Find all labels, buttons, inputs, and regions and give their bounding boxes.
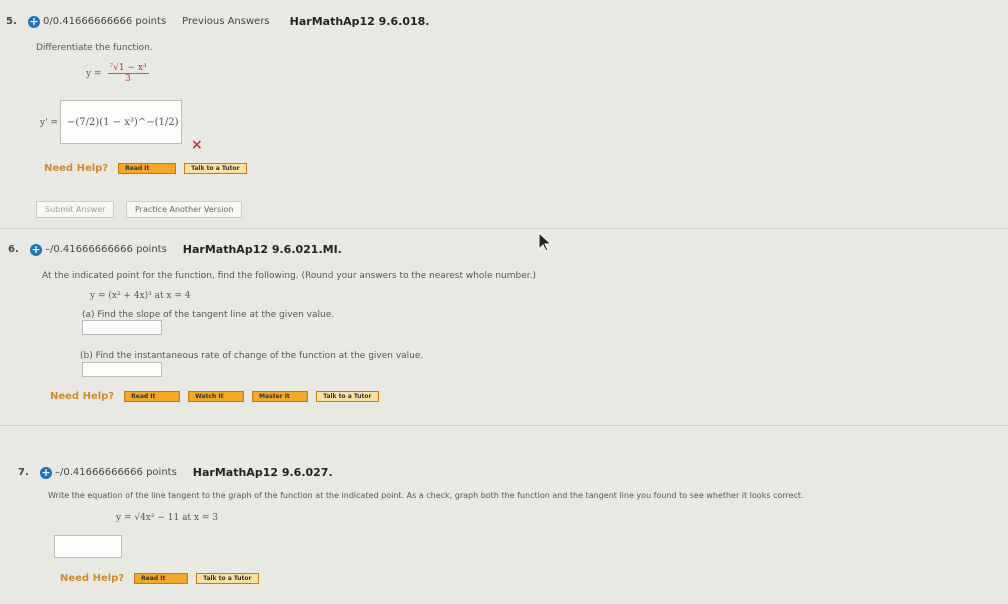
need-help-label: Need Help?: [60, 573, 125, 584]
read-it-button[interactable]: Read It: [124, 391, 181, 402]
q6-number: 6.: [8, 244, 19, 255]
q5-id: HarMathAp12 9.6.018.: [289, 15, 430, 28]
read-it-button[interactable]: Read It: [134, 573, 189, 584]
q6-id: HarMathAp12 9.6.021.MI.: [182, 243, 342, 256]
divider: [0, 425, 1008, 426]
q5-number: 5.: [6, 16, 17, 27]
q7-instruction: Write the equation of the line tangent t…: [48, 491, 804, 500]
expand-icon[interactable]: +: [30, 243, 42, 256]
q5-denominator: 3: [125, 74, 131, 84]
q6-instruction: At the indicated point for the function,…: [42, 271, 537, 281]
q7-answer-field[interactable]: [54, 535, 122, 558]
q6-part-b: (b) Find the instantaneous rate of chang…: [80, 351, 424, 361]
q5-instruction: Differentiate the function.: [36, 43, 153, 53]
watch-it-button[interactable]: Watch It: [188, 391, 245, 402]
read-it-button[interactable]: Read It: [118, 163, 177, 174]
q7-help-row: Need Help? Read It Talk to a Tutor: [60, 573, 267, 584]
q5-numerator: ⁷√1 − x³: [107, 63, 149, 74]
need-help-label: Need Help?: [44, 163, 109, 174]
mouse-pointer-icon: [538, 232, 552, 252]
q6-answer-b-field[interactable]: [82, 362, 162, 377]
q6-help-row: Need Help? Read It Watch It Master It Ta…: [50, 391, 387, 402]
q5-answer-value: −(7/2)(1 − x³)^−(1/2): [67, 116, 179, 128]
master-it-button[interactable]: Master It: [252, 391, 309, 402]
talk-to-tutor-button[interactable]: Talk to a Tutor: [316, 391, 379, 402]
q5-answer-field[interactable]: −(7/2)(1 − x³)^−(1/2): [60, 100, 182, 144]
q5-y-label: y =: [86, 68, 102, 79]
q6-points: –/0.41666666666 points: [45, 244, 167, 255]
expand-icon[interactable]: +: [40, 466, 52, 479]
talk-to-tutor-button[interactable]: Talk to a Tutor: [196, 573, 259, 584]
q7-header: 7. + –/0.41666666666 points HarMathAp12 …: [18, 466, 333, 479]
previous-answers-link[interactable]: Previous Answers: [182, 16, 269, 27]
q7-id: HarMathAp12 9.6.027.: [192, 466, 333, 479]
submit-answer-button[interactable]: Submit Answer: [36, 201, 115, 218]
talk-to-tutor-button[interactable]: Talk to a Tutor: [184, 163, 247, 174]
q5-fraction: ⁷√1 − x³ 3: [107, 63, 149, 84]
q5-points: 0/0.41666666666 points: [43, 16, 167, 27]
q6-part-a: (a) Find the slope of the tangent line a…: [82, 310, 335, 320]
q6-equation: y = (x² + 4x)³ at x = 4: [90, 291, 191, 301]
q7-number: 7.: [18, 467, 29, 478]
wrong-answer-icon: ×: [191, 137, 203, 153]
practice-another-version-button[interactable]: Practice Another Version: [126, 201, 243, 218]
q5-header: 5. + 0/0.41666666666 points Previous Ans…: [6, 15, 429, 28]
expand-icon[interactable]: +: [28, 15, 40, 28]
q5-help-row: Need Help? Read It Talk to a Tutor: [44, 163, 255, 174]
q5-yprime-label: y' =: [40, 118, 58, 128]
divider: [0, 228, 1008, 229]
need-help-label: Need Help?: [50, 391, 115, 402]
q6-header: 6. + –/0.41666666666 points HarMathAp12 …: [8, 243, 342, 256]
q5-function: y = ⁷√1 − x³ 3: [86, 63, 149, 84]
q6-answer-a-field[interactable]: [82, 320, 162, 335]
q7-points: –/0.41666666666 points: [55, 467, 177, 478]
q7-equation: y = √4x² − 11 at x = 3: [116, 513, 218, 523]
